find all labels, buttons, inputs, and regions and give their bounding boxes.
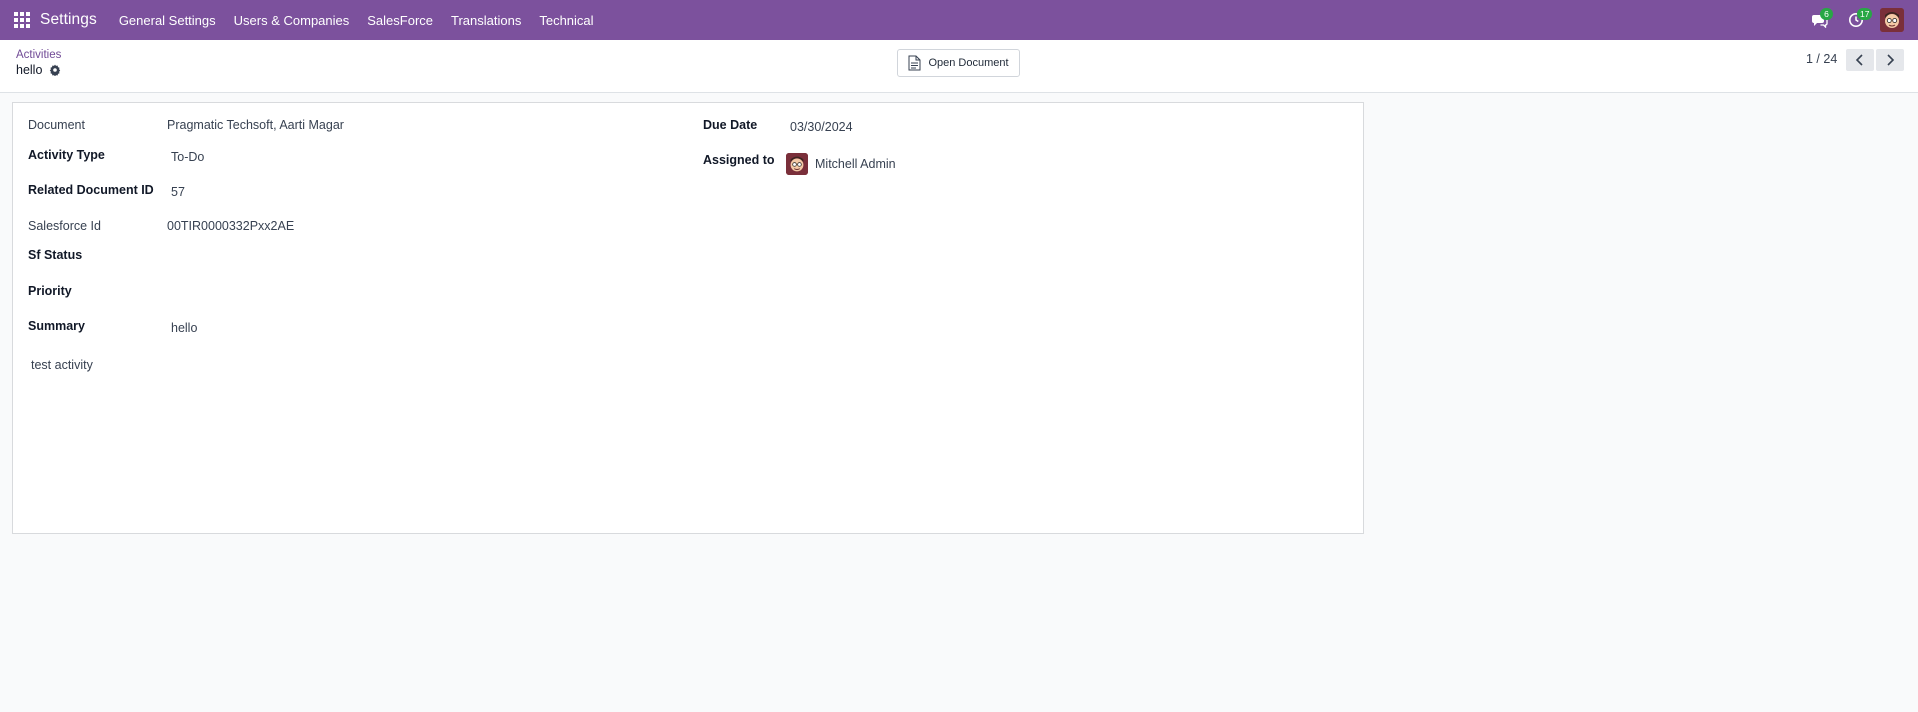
assigned-to-label: Assigned to — [703, 153, 775, 167]
chevron-right-icon — [1887, 54, 1895, 66]
pager-previous-button[interactable] — [1846, 49, 1874, 71]
activities-counter: 17 — [1857, 8, 1873, 20]
note-field[interactable]: test activity — [31, 358, 93, 372]
priority-field[interactable] — [171, 284, 471, 302]
related-document-id-label: Related Document ID — [28, 183, 154, 197]
document-icon — [908, 55, 921, 71]
menu-general-settings[interactable]: General Settings — [119, 13, 216, 28]
systray: 6 17 — [1806, 0, 1918, 40]
due-date-field[interactable]: 03/30/2024 — [790, 120, 853, 134]
user-avatar[interactable] — [1880, 8, 1904, 32]
pager-next-button[interactable] — [1876, 49, 1904, 71]
document-value[interactable]: Pragmatic Techsoft, Aarti Magar — [167, 118, 344, 132]
breadcrumb-activities[interactable]: Activities — [16, 49, 61, 61]
menu-salesforce[interactable]: SalesForce — [367, 13, 433, 28]
chevron-left-icon — [1855, 54, 1863, 66]
main-navbar: Settings General Settings Users & Compan… — [0, 0, 1918, 40]
menu-technical[interactable]: Technical — [539, 13, 593, 28]
assignee-name: Mitchell Admin — [815, 157, 896, 171]
form-sheet: Document Pragmatic Techsoft, Aarti Magar… — [12, 102, 1364, 534]
summary-label: Summary — [28, 319, 85, 333]
activity-type-field[interactable]: To-Do — [171, 150, 204, 164]
messages-button[interactable]: 6 — [1806, 7, 1833, 33]
messages-counter: 6 — [1820, 8, 1833, 20]
activity-type-label: Activity Type — [28, 148, 105, 162]
pager-value[interactable]: 1 / 24 — [1806, 52, 1837, 66]
open-document-label: Open Document — [928, 57, 1009, 69]
control-panel: Activities hello Open Document 1 / 24 — [0, 40, 1918, 93]
menu-translations[interactable]: Translations — [451, 13, 521, 28]
document-label: Document — [28, 118, 85, 132]
open-document-button[interactable]: Open Document — [897, 49, 1020, 77]
salesforce-id-label: Salesforce Id — [28, 219, 101, 233]
assignee-avatar — [786, 153, 808, 175]
record-title: hello — [16, 63, 43, 77]
sf-status-label: Sf Status — [28, 248, 83, 262]
breadcrumb-current: hello — [16, 63, 61, 77]
priority-label: Priority — [28, 284, 72, 298]
assigned-to-field[interactable]: Mitchell Admin — [786, 153, 896, 175]
sf-status-field[interactable] — [171, 248, 471, 266]
menu-users-companies[interactable]: Users & Companies — [234, 13, 350, 28]
summary-field[interactable]: hello — [171, 321, 197, 335]
app-name[interactable]: Settings — [40, 11, 97, 29]
due-date-label: Due Date — [703, 118, 758, 132]
salesforce-id-value: 00TIR0000332Pxx2AE — [167, 219, 295, 233]
related-document-id-field[interactable]: 57 — [171, 185, 185, 199]
activities-button[interactable]: 17 — [1843, 7, 1873, 33]
gear-icon[interactable] — [49, 64, 61, 76]
apps-menu-icon[interactable] — [14, 12, 30, 28]
